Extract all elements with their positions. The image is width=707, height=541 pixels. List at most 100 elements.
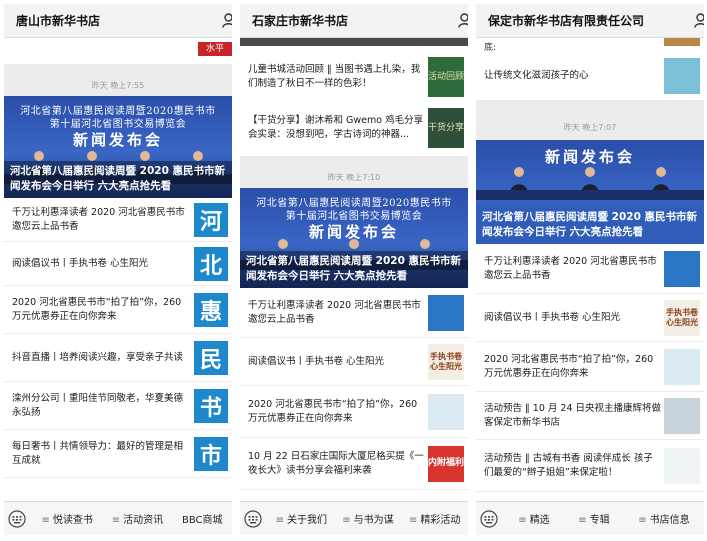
list-item[interactable]: 活动预告 ‖ 10 月 24 日央视主播康辉将做客保定市新华书店: [476, 392, 704, 440]
menu-item[interactable]: ≡ 精彩活动: [409, 511, 460, 526]
article-list-top: 儿童书城活动回顾 ‖ 当图书遇上扎染，我们制造了秋日不一样的色彩！ 活动回顾 【…: [240, 46, 468, 156]
message-time: 昨天 晚上7:07: [563, 123, 617, 132]
timestamp-gap: 昨天 晚上7:07: [476, 100, 704, 140]
message-time: 昨天 晚上7:10: [327, 173, 381, 182]
menu-item[interactable]: ≡ 悦读查书: [41, 511, 92, 526]
article-thumbnail: 内附福利: [428, 445, 464, 482]
menu-lines-icon: ≡: [638, 515, 647, 526]
menu-item[interactable]: ≡ 关于我们: [276, 511, 327, 526]
article-title: 10 月 22 日石家庄国际大厦尼格买提《一夜长大》读书分享会福利来袭: [248, 450, 424, 476]
previous-article-fragment[interactable]: 水平: [4, 38, 232, 64]
article-thumbnail: 北: [194, 246, 228, 281]
article-title: 每日奢书丨共情领导力：最好的管理是相互成就: [12, 440, 184, 466]
account-title: 石家庄市新华书店: [252, 14, 349, 28]
article-thumbnail: 干货分享: [428, 108, 464, 148]
list-item[interactable]: 千万让利惠泽读者 2020 河北省惠民书市邀您云上品书香: [476, 244, 704, 294]
article-title: 活动预告 ‖ 古城有书香 阅读伴成长 孩子们最爱的“辫子姐姐”来保定啦！: [484, 452, 653, 478]
featured-article-banner[interactable]: 河北省第八届惠民阅读周暨2020惠民书市 第十届河北省图书交易博览会 新闻发布会…: [4, 96, 232, 198]
menu-lines-icon: ≡: [111, 515, 121, 526]
bottom-menu: ≡ 关于我们 ≡ 与书为谋 ≡ 精彩活动: [240, 501, 468, 535]
list-item[interactable]: 活动预告 ‖ 古城有书香 阅读伴成长 孩子们最爱的“辫子姐姐”来保定啦！: [476, 440, 704, 492]
article-title: 2020 河北省惠民书市“拍了拍”你，260 万元优惠券正在向你奔来: [484, 353, 654, 379]
article-title: 2020 河北省惠民书市“拍了拍”你，260 万元优惠券正在向你奔来: [248, 398, 418, 424]
profile-icon[interactable]: [458, 13, 468, 28]
banner-desk: [476, 190, 704, 200]
banner-line-2: 第十届河北省图书交易博览会: [285, 211, 423, 222]
menu-item[interactable]: ≡ 专辑: [578, 511, 609, 526]
account-header: 唐山市新华书店: [4, 4, 232, 38]
article-thumbnail: [428, 294, 464, 331]
list-item[interactable]: 阅读倡议书丨手执书卷 心生阳光 手执书卷 心生阳光: [240, 338, 468, 386]
menu-item[interactable]: ≡ 精选: [518, 511, 549, 526]
menu-item[interactable]: ≡ 书店信息: [638, 511, 689, 526]
profile-icon[interactable]: [222, 13, 232, 28]
article-title: 活动预告 ‖ 10 月 24 日央视主播康辉将做客保定市新华书店: [484, 402, 662, 428]
wechat-account-panel-baoding: 保定市新华书店有限责任公司 底: 让传统文化滋润孩子的心 昨天 晚上7:07 新…: [476, 4, 704, 535]
article-thumbnail: [664, 447, 700, 484]
menu-lines-icon: ≡: [275, 515, 285, 526]
banner-caption: 河北省第八届惠民阅读周暨 2020 惠民书市新闻发布会今日举行 六大亮点抢先看: [240, 251, 468, 288]
article-thumbnail: 惠: [194, 292, 228, 327]
list-item[interactable]: 2020 河北省惠民书市“拍了拍”你，260 万元优惠券正在向你奔来: [476, 342, 704, 392]
keyboard-icon[interactable]: [8, 509, 26, 528]
banner-caption: 河北省第八届惠民阅读周暨 2020 惠民书市新闻发布会今日举行 六大亮点抢先看: [476, 207, 704, 244]
bottom-menu: ≡ 精选 ≡ 专辑 ≡ 书店信息: [476, 501, 704, 535]
wechat-account-panel-shijiazhuang: 石家庄市新华书店 儿童书城活动回顾 ‖ 当图书遇上扎染，我们制造了秋日不一样的色…: [240, 4, 468, 535]
list-item[interactable]: 千万让利惠泽读者 2020 河北省惠民书市邀您云上品书香 河: [4, 198, 232, 242]
previous-image-fragment: [240, 38, 468, 46]
article-list-top: 底: 让传统文化滋润孩子的心: [476, 38, 704, 100]
banner-caption: 河北省第八届惠民阅读周暨 2020 惠民书市新闻发布会今日举行 六大亮点抢先看: [4, 161, 232, 198]
menu-lines-icon: ≡: [41, 515, 50, 526]
keyboard-icon[interactable]: [244, 509, 262, 528]
featured-article-banner[interactable]: 河北省第八届惠民阅读周暨2020惠民书市 第十届河北省图书交易博览会 新闻发布会…: [240, 188, 468, 288]
article-title: 儿童书城活动回顾 ‖ 当图书遇上扎染，我们制造了秋日不一样的色彩！: [248, 64, 421, 89]
article-thumbnail: 民: [194, 340, 228, 375]
list-item[interactable]: 阅读倡议书丨手执书卷 心生阳光 北: [4, 242, 232, 286]
bottom-menu: ≡ 悦读查书 ≡ 活动资讯 BBC商城: [4, 501, 232, 535]
list-item[interactable]: 10 月 22 日石家庄国际大厦尼格买提《一夜长大》读书分享会福利来袭 内附福利: [240, 438, 468, 490]
menu-lines-icon: ≡: [408, 515, 418, 526]
previous-thumb-fragment: [664, 38, 700, 46]
featured-article-banner[interactable]: 新闻发布会 河北省第八届惠民阅读周暨 2020 惠民书市新闻发布会今日举行 六大…: [476, 140, 704, 244]
list-item[interactable]: 阅读倡议书丨手执书卷 心生阳光 手执书卷 心生阳光: [476, 294, 704, 342]
list-item[interactable]: 每日奢书丨共情领导力：最好的管理是相互成就 市: [4, 430, 232, 478]
list-item[interactable]: 【干货分享】谢沐希和 Gwemo 鸡毛分享会实录：没想到吧，学古诗词的神器...…: [240, 104, 468, 152]
list-item[interactable]: 滦州分公司丨重阳佳节同敬老，华夏美德永弘扬 书: [4, 382, 232, 430]
article-thumbnail: 书: [194, 388, 228, 423]
article-thumbnail: [428, 393, 464, 430]
menu-item[interactable]: ≡ 活动资讯: [112, 511, 163, 526]
keyboard-icon[interactable]: [480, 509, 498, 528]
article-title: 阅读倡议书丨手执书卷 心生阳光: [248, 355, 385, 367]
banner-line-2: 第十届河北省图书交易博览会: [49, 119, 187, 130]
article-thumbnail: 市: [194, 436, 228, 471]
account-title: 唐山市新华书店: [16, 14, 101, 28]
article-title: 【干货分享】谢沐希和 Gwemo 鸡毛分享会实录：没想到吧，学古诗词的神器...: [248, 115, 424, 140]
menu-lines-icon: ≡: [342, 515, 351, 526]
article-title: 千万让利惠泽读者 2020 河北省惠民书市邀您云上品书香: [484, 255, 657, 281]
timestamp-gap: 昨天 晚上7:55: [4, 64, 232, 96]
profile-icon[interactable]: [694, 13, 704, 28]
menu-item[interactable]: ≡ 与书为谋: [342, 511, 393, 526]
article-title: 千万让利惠泽读者 2020 河北省惠民书市邀您云上品书香: [248, 299, 421, 325]
article-thumbnail: 手执书卷 心生阳光: [664, 299, 700, 336]
list-item[interactable]: 抖音直播丨培养阅读兴趣，享受亲子共读 民: [4, 334, 232, 382]
article-title: 阅读倡议书丨手执书卷 心生阳光: [12, 257, 149, 269]
timestamp-gap: 昨天 晚上7:10: [240, 156, 468, 188]
previous-article-thumb: 水平: [198, 42, 232, 56]
list-item[interactable]: 2020 河北省惠民书市“拍了拍”你，260 万元优惠券正在向你奔来 惠: [4, 286, 232, 334]
article-list: 千万让利惠泽读者 2020 河北省惠民书市邀您云上品书香 阅读倡议书丨手执书卷 …: [476, 244, 704, 501]
account-header: 石家庄市新华书店: [240, 4, 468, 38]
list-item[interactable]: 儿童书城活动回顾 ‖ 当图书遇上扎染，我们制造了秋日不一样的色彩！ 活动回顾: [240, 54, 468, 100]
list-item[interactable]: 让传统文化滋润孩子的心: [476, 54, 704, 98]
menu-lines-icon: ≡: [518, 515, 527, 526]
list-item[interactable]: 千万让利惠泽读者 2020 河北省惠民书市邀您云上品书香: [240, 288, 468, 338]
wechat-account-panel-tangshan: 唐山市新华书店 水平 昨天 晚上7:55 河北省第八届惠民阅读周暨2020惠民书…: [4, 4, 232, 535]
menu-item[interactable]: BBC商城: [182, 511, 223, 526]
article-title: 阅读倡议书丨手执书卷 心生阳光: [484, 311, 621, 323]
list-item[interactable]: 2020 河北省惠民书市“拍了拍”你，260 万元优惠券正在向你奔来: [240, 386, 468, 438]
account-header: 保定市新华书店有限责任公司: [476, 4, 704, 38]
article-thumbnail: [664, 58, 700, 94]
previous-article-fragment: 底:: [484, 43, 497, 53]
article-thumbnail: 活动回顾: [428, 57, 464, 97]
article-list: 千万让利惠泽读者 2020 河北省惠民书市邀您云上品书香 河 阅读倡议书丨手执书…: [4, 198, 232, 501]
